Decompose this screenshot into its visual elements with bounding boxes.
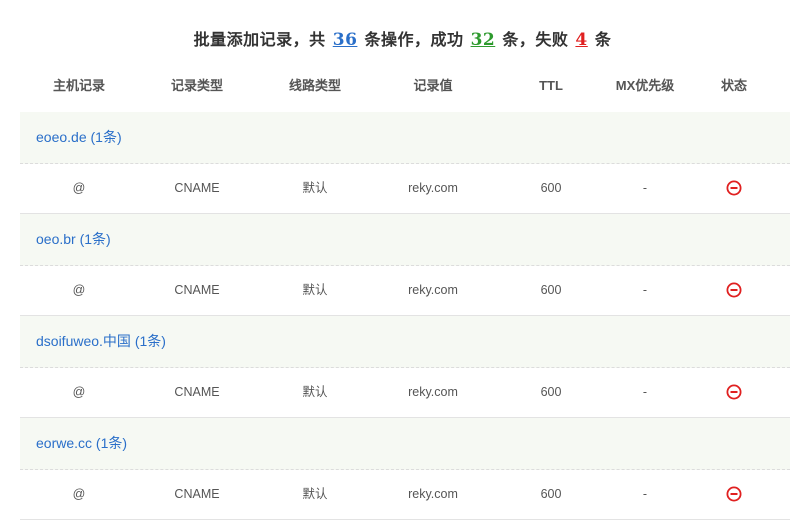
column-header-value: 记录值 [413,78,453,93]
cell-host: @ [72,487,86,501]
cell-mx: - [642,385,648,399]
table-row: @ CNAME 默认 reky.com 600 - [20,469,790,520]
domain-group: eorwe.cc (1条) [20,418,790,470]
column-header-mx: MX优先级 [615,78,675,93]
cell-value: reky.com [408,181,458,195]
cell-value: reky.com [408,487,458,501]
total-count: 36 [332,30,358,50]
summary-prefix: 批量添加记录，共 [193,30,326,49]
column-header-status: 状态 [720,78,747,93]
table-header: 主机记录 记录类型 线路类型 记录值 TTL MX优先级 状态 [20,60,790,113]
cell-line: 默认 [302,487,328,501]
batch-summary: 批量添加记录，共 36 条操作，成功 32 条，失败 4 条 [0,26,805,50]
fail-count: 4 [575,30,588,50]
remove-circle-icon[interactable] [726,486,742,502]
remove-circle-icon[interactable] [726,282,742,298]
cell-line: 默认 [302,181,328,195]
domain-group-title[interactable]: oeo.br (1条) [36,214,111,265]
domain-group: eoeo.de (1条) [20,112,790,164]
column-header-ttl: TTL [539,78,563,93]
summary-mid1: 条操作，成功 [364,30,464,49]
cell-line: 默认 [302,385,328,399]
cell-type: CNAME [174,181,220,195]
domain-group: dsoifuweo.中国 (1条) [20,316,790,368]
table-row: @ CNAME 默认 reky.com 600 - [20,163,790,214]
cell-type: CNAME [174,385,220,399]
cell-type: CNAME [174,283,220,297]
cell-value: reky.com [408,283,458,297]
cell-ttl: 600 [540,385,562,399]
cell-mx: - [642,283,648,297]
domain-group-title[interactable]: eorwe.cc (1条) [36,418,127,469]
cell-host: @ [72,181,86,195]
domain-group-title[interactable]: dsoifuweo.中国 (1条) [36,316,166,367]
summary-suffix: 条 [594,30,612,49]
table-row: @ CNAME 默认 reky.com 600 - [20,265,790,316]
column-header-line: 线路类型 [288,78,341,93]
cell-type: CNAME [174,487,220,501]
cell-value: reky.com [408,385,458,399]
table-row: @ CNAME 默认 reky.com 600 - [20,367,790,418]
remove-circle-icon[interactable] [726,384,742,400]
cell-mx: - [642,181,648,195]
cell-line: 默认 [302,283,328,297]
cell-ttl: 600 [540,181,562,195]
cell-mx: - [642,487,648,501]
success-count: 32 [470,30,496,50]
remove-circle-icon[interactable] [726,180,742,196]
column-header-type: 记录类型 [170,78,223,93]
cell-host: @ [72,283,86,297]
cell-host: @ [72,385,86,399]
domain-group: oeo.br (1条) [20,214,790,266]
cell-ttl: 600 [540,487,562,501]
cell-ttl: 600 [540,283,562,297]
summary-mid2: 条，失败 [502,30,569,49]
domain-group-title[interactable]: eoeo.de (1条) [36,112,122,163]
column-header-host: 主机记录 [52,78,105,93]
